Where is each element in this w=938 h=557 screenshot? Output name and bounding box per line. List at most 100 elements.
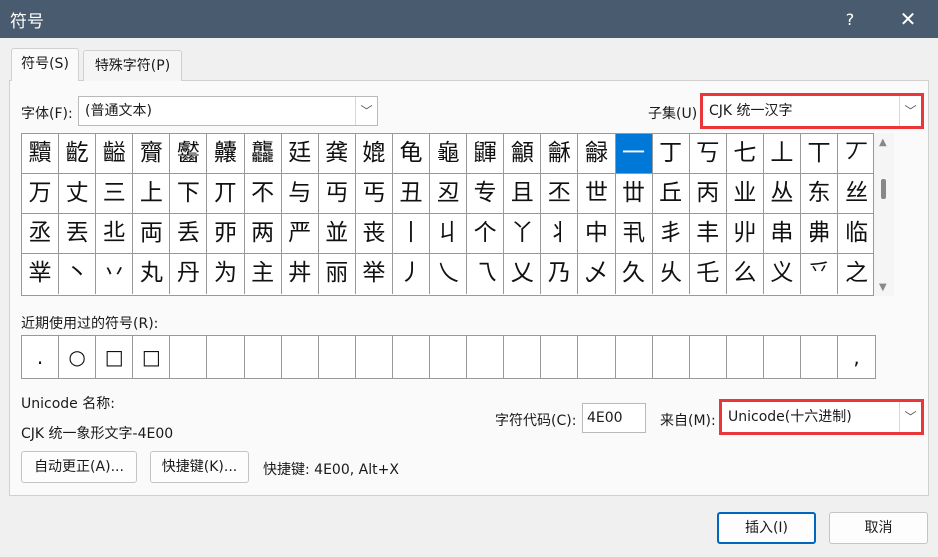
grid-cell[interactable]: 丳 — [800, 214, 839, 254]
grid-cell[interactable]: 龥 — [504, 134, 542, 174]
grid-cell[interactable]: 七 — [726, 134, 764, 174]
grid-cell[interactable]: 业 — [726, 174, 764, 214]
grid-cell[interactable]: 丰 — [689, 214, 727, 254]
recent-symbol-cell[interactable] — [319, 336, 356, 378]
grid-cell[interactable]: 义 — [764, 254, 801, 294]
grid-cell[interactable]: 丛 — [763, 174, 801, 214]
grid-cell[interactable]: 並 — [318, 214, 356, 254]
grid-cell[interactable]: 乃 — [541, 254, 579, 294]
grid-cell[interactable]: 齕 — [59, 134, 97, 174]
grid-cell[interactable]: 媲 — [355, 134, 393, 174]
grid-cell[interactable]: 乆 — [653, 254, 690, 294]
grid-cell[interactable]: 严 — [281, 214, 319, 254]
recent-symbol-cell[interactable]: □ — [133, 336, 171, 378]
grid-cell[interactable]: 世 — [578, 174, 616, 214]
grid-cell[interactable]: 丟 — [59, 214, 97, 254]
tab-special-characters[interactable]: 特殊字符(P) — [83, 50, 182, 81]
grid-cell[interactable]: 丏 — [318, 174, 356, 214]
grid-cell[interactable]: 丗 — [615, 174, 653, 214]
grid-cell[interactable]: 两 — [244, 214, 282, 254]
help-button[interactable]: ? — [838, 8, 862, 32]
recent-symbol-cell[interactable] — [170, 336, 208, 378]
grid-cell[interactable]: 両 — [133, 214, 171, 254]
grid-cell[interactable]: 丆 — [838, 134, 876, 174]
grid-cell[interactable]: 为 — [207, 254, 245, 294]
grid-cell[interactable]: 个 — [467, 214, 505, 254]
grid-cell[interactable]: 龜 — [430, 134, 468, 174]
grid-cell[interactable]: 丨 — [392, 214, 431, 254]
grid-cell[interactable]: 丈 — [59, 174, 97, 214]
grid-cell[interactable]: 丬 — [541, 214, 579, 254]
grid-cell[interactable]: 下 — [170, 174, 208, 214]
grid-cell[interactable]: 丸 — [133, 254, 171, 294]
grid-cell[interactable]: 丙 — [689, 174, 727, 214]
grid-cell[interactable]: 丠 — [96, 214, 134, 254]
grid-cell[interactable]: 龟 — [392, 134, 431, 174]
insert-button[interactable]: 插入(I) — [717, 512, 816, 544]
shortcut-key-button[interactable]: 快捷键(K)... — [150, 451, 249, 483]
grid-cell[interactable]: 齎 — [133, 134, 171, 174]
grid-cell[interactable]: 丌 — [207, 174, 245, 214]
grid-cell[interactable]: 乇 — [690, 254, 727, 294]
grid-cell[interactable]: 万 — [22, 174, 60, 214]
recent-symbols[interactable]: . ○ □ □, — [21, 335, 876, 379]
recent-symbol-cell[interactable] — [356, 336, 393, 378]
grid-cell[interactable]: 丁 — [652, 134, 690, 174]
grid-cell[interactable]: 不 — [244, 174, 282, 214]
grid-cell[interactable]: 丞 — [22, 214, 60, 254]
grid-cell[interactable]: 乂 — [504, 254, 542, 294]
grid-cell[interactable]: 齉 — [207, 134, 245, 174]
grid-cell[interactable]: 丽 — [319, 254, 356, 294]
recent-symbol-cell[interactable] — [541, 336, 579, 378]
grid-cell[interactable]: 久 — [616, 254, 653, 294]
grid-cell[interactable]: 三 — [96, 174, 134, 214]
from-dropdown[interactable]: Unicode(十六进制) ﹀ — [719, 399, 924, 435]
grid-cell[interactable]: 东 — [800, 174, 839, 214]
autocorrect-button[interactable]: 自动更正(A)... — [21, 451, 137, 483]
grid-scrollbar[interactable]: ▲ ▼ — [874, 133, 894, 296]
recent-symbol-cell[interactable] — [653, 336, 690, 378]
grid-cell[interactable]: 丧 — [355, 214, 393, 254]
grid-cell[interactable]: 么 — [727, 254, 764, 294]
grid-cell[interactable]: 丹 — [170, 254, 208, 294]
grid-cell[interactable]: 一 — [615, 134, 653, 174]
font-dropdown[interactable]: (普通文本) ﹀ — [78, 96, 378, 126]
grid-cell[interactable]: 乁 — [467, 254, 505, 294]
subset-dropdown[interactable]: CJK 统一汉字 ﹀ — [700, 93, 924, 129]
grid-cell[interactable]: 齸 — [96, 134, 134, 174]
grid-cell[interactable]: 串 — [763, 214, 801, 254]
grid-cell[interactable]: 龘 — [244, 134, 282, 174]
recent-symbol-cell[interactable] — [282, 336, 319, 378]
scroll-down-icon[interactable]: ▼ — [879, 282, 887, 293]
grid-cell[interactable]: 丣 — [207, 214, 245, 254]
grid-cell[interactable]: 主 — [245, 254, 282, 294]
recent-symbol-cell[interactable] — [690, 336, 727, 378]
grid-cell[interactable]: 丩 — [430, 214, 468, 254]
grid-cell[interactable]: 丯 — [652, 214, 690, 254]
grid-cell[interactable]: 龚 — [318, 134, 356, 174]
grid-cell[interactable]: 丕 — [541, 174, 579, 214]
char-code-input[interactable]: 4E00 — [582, 403, 646, 433]
grid-cell[interactable]: 且 — [504, 174, 542, 214]
grid-cell[interactable]: 丶 — [59, 254, 97, 294]
grid-cell[interactable]: 上 — [133, 174, 171, 214]
recent-symbol-cell[interactable] — [764, 336, 801, 378]
grid-cell[interactable]: 丱 — [726, 214, 764, 254]
cancel-button[interactable]: 取消 — [829, 512, 928, 544]
recent-symbol-cell[interactable]: □ — [96, 336, 134, 378]
grid-cell[interactable]: 丿 — [393, 254, 431, 294]
recent-symbol-cell[interactable]: ○ — [59, 336, 97, 378]
grid-cell[interactable]: 临 — [838, 214, 876, 254]
recent-symbol-cell[interactable] — [430, 336, 468, 378]
grid-cell[interactable]: 丢 — [170, 214, 208, 254]
recent-symbol-cell[interactable] — [245, 336, 282, 378]
character-grid[interactable]: 黷齕齸齎齾齉龘廷龚媲龟龜鼲龥龢龣一丁丂七丄丅丆万丈三上下丌不与丏丐丑丒专且丕世丗… — [21, 133, 876, 296]
scroll-up-icon[interactable]: ▲ — [879, 137, 887, 148]
grid-cell[interactable]: 乀 — [430, 254, 468, 294]
grid-cell[interactable]: 与 — [281, 174, 319, 214]
grid-cell[interactable]: 丑 — [392, 174, 431, 214]
grid-cell[interactable]: 专 — [467, 174, 505, 214]
grid-cell[interactable]: 丒 — [430, 174, 468, 214]
recent-symbol-cell[interactable]: , — [838, 336, 875, 378]
grid-cell[interactable]: 乄 — [578, 254, 616, 294]
